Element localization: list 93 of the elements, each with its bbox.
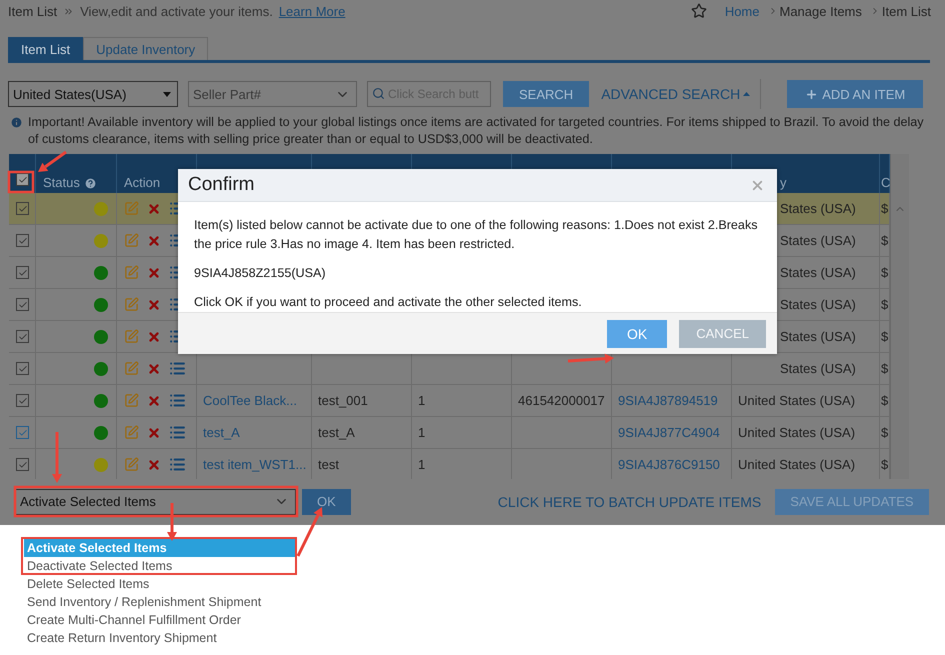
field-select[interactable]: Seller Part# xyxy=(188,81,357,107)
column-header: Status xyxy=(43,175,80,190)
delete-icon[interactable] xyxy=(147,202,161,216)
delete-icon[interactable] xyxy=(147,426,161,440)
action-select[interactable]: Activate Selected Items xyxy=(15,488,296,514)
table-cell: test_001 xyxy=(318,393,368,408)
scrollbar[interactable] xyxy=(890,154,909,479)
learn-more-link[interactable]: Learn More xyxy=(278,4,346,18)
column-header: C xyxy=(881,175,890,190)
country-select[interactable]: United States(USA) xyxy=(8,81,178,107)
breadcrumb-item: Manage Items xyxy=(780,4,862,18)
advanced-search-link[interactable]: ADVANCED SEARCH xyxy=(601,86,750,102)
delete-icon[interactable] xyxy=(147,266,161,280)
page-title: Item List xyxy=(8,4,58,18)
table-cell: test_A xyxy=(318,425,355,440)
table-cell: $ xyxy=(881,297,888,312)
search-button[interactable]: SEARCH xyxy=(503,81,590,107)
cancel-button[interactable]: CANCEL xyxy=(679,320,766,348)
breadcrumb-link[interactable]: Home xyxy=(724,4,760,18)
dialog-title: Confirm xyxy=(188,174,255,196)
batch-update-link[interactable]: CLICK HERE TO BATCH UPDATE ITEMS xyxy=(498,494,762,510)
table-cell: 1 xyxy=(418,425,426,440)
item-name-link[interactable]: test item_WST1... xyxy=(203,457,306,472)
dropdown-option[interactable]: Send Inventory / Replenishment Shipment xyxy=(24,593,295,611)
table-cell: States (USA) xyxy=(780,297,856,312)
tab[interactable]: Update Inventory xyxy=(83,37,208,60)
table-cell: United States (USA) xyxy=(738,457,856,472)
star-icon[interactable] xyxy=(690,3,707,19)
table-cell: States (USA) xyxy=(780,265,856,280)
table-cell: $ xyxy=(881,201,888,216)
table-cell: United States (USA) xyxy=(738,393,856,408)
table-cell: States (USA) xyxy=(780,201,856,216)
table-cell: 1 xyxy=(418,393,426,408)
highlight-frame xyxy=(8,170,34,194)
table-cell: $ xyxy=(881,457,888,472)
dropdown-option[interactable]: Activate Selected Items xyxy=(24,539,295,557)
table-row[interactable]: test_A test_A 1 9SIA4J877C4904 United States (USA) $ xyxy=(9,417,890,449)
column-header: Action xyxy=(124,175,160,190)
annotation-arrow xyxy=(167,503,177,541)
table-cell: $ xyxy=(881,393,888,408)
annotation-arrow xyxy=(38,150,67,172)
table-cell: test xyxy=(318,457,339,472)
delete-icon[interactable] xyxy=(147,234,161,248)
table-cell: $ xyxy=(881,265,888,280)
table-cell: $ xyxy=(881,425,888,440)
item-number-link[interactable]: 9SIA4J87894519 xyxy=(618,393,718,408)
ok-button[interactable]: OK xyxy=(607,320,668,348)
delete-icon[interactable] xyxy=(147,362,161,376)
table-cell: 1 xyxy=(418,457,426,472)
dropdown-option[interactable]: Create Multi-Channel Fulfillment Order xyxy=(24,611,295,629)
breadcrumb-item: Item List xyxy=(882,4,931,18)
add-item-button[interactable]: ADD AN ITEM xyxy=(787,80,924,108)
item-name-link[interactable]: CoolTee Black... xyxy=(203,393,297,408)
search-icon xyxy=(372,87,385,100)
delete-icon[interactable] xyxy=(147,394,161,408)
caret-icon xyxy=(163,92,171,96)
caret-icon xyxy=(743,92,750,96)
dropdown-option[interactable]: Create Return Inventory Shipment xyxy=(24,629,295,647)
delete-icon[interactable] xyxy=(147,330,161,344)
table-cell: States (USA) xyxy=(780,329,856,344)
table-cell: $ xyxy=(881,329,888,344)
plus-icon xyxy=(805,88,818,100)
dialog-message: Item(s) listed below cannot be activate due to one of the following reasons: 1.Does not exist 2.Breaks the price rule 3.Has no image 4. Item has been restricted. xyxy=(194,217,759,253)
annotation-arrow xyxy=(296,507,323,557)
table-row[interactable]: States (USA) $ xyxy=(9,353,890,385)
page-description: View,edit and activate your items. xyxy=(80,4,273,18)
help-icon xyxy=(84,177,97,190)
select-all-checkbox[interactable] xyxy=(16,173,29,186)
table-cell: $ xyxy=(881,361,888,376)
double-chevron-icon xyxy=(63,6,74,16)
item-number: 9SIA4J858Z2155(USA) xyxy=(194,265,327,282)
info-icon xyxy=(10,116,23,129)
table-cell: States (USA) xyxy=(780,233,856,248)
check-icon xyxy=(18,174,28,184)
item-number-link[interactable]: 9SIA4J877C4904 xyxy=(618,425,720,440)
item-name-link[interactable]: test_A xyxy=(203,425,240,440)
dropdown-option[interactable]: Delete Selected Items xyxy=(24,575,295,593)
table-cell: 461542000017 xyxy=(518,393,605,408)
item-number-link[interactable]: 9SIA4J876C9150 xyxy=(618,457,720,472)
delete-icon[interactable] xyxy=(147,298,161,312)
annotation-arrow xyxy=(52,432,62,483)
tab[interactable]: Item List xyxy=(8,37,84,60)
notice-text: Important! Available inventory will be applied to your global listings once items are activated for targeted countries. For items shipped to Brazil. To avoid the delay of customs clearance, items with selling price greater than or equal to USD$3,000 will be deactivated. xyxy=(28,114,925,148)
dialog-prompt: Click OK if you want to proceed and activate the other selected items. xyxy=(194,294,583,311)
annotation-arrow xyxy=(568,354,614,364)
dropdown-option[interactable]: Deactivate Selected Items xyxy=(24,557,295,575)
delete-icon[interactable] xyxy=(147,458,161,472)
ok-button[interactable]: OK xyxy=(302,488,351,514)
table-row[interactable]: CoolTee Black... test_001 1 461542000017 9SIA4J87894519 United States (USA) $ xyxy=(9,385,890,417)
table-cell: $ xyxy=(881,233,888,248)
column-header: y xyxy=(780,175,786,190)
table-cell: United States (USA) xyxy=(738,425,856,440)
table-cell: States (USA) xyxy=(780,361,856,376)
